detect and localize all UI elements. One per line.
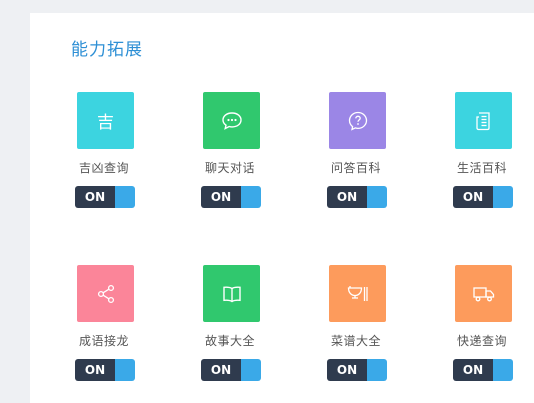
ability-toggle[interactable]: ON (453, 186, 513, 208)
ability-card-jixiong: 吉 吉凶查询 ON (59, 92, 149, 222)
toggle-knob (115, 359, 135, 381)
ability-card-recipe: 菜谱大全 ON (311, 265, 401, 395)
toggle-knob (367, 359, 387, 381)
toggle-on-text: ON (327, 359, 367, 381)
chat-bubble-icon (221, 111, 242, 130)
share-icon (97, 284, 114, 303)
toggle-knob (367, 186, 387, 208)
ability-tile[interactable] (77, 265, 134, 322)
ability-toggle[interactable]: ON (327, 359, 387, 381)
toggle-on-text: ON (75, 359, 115, 381)
ability-card-chat: 聊天对话 ON (185, 92, 275, 222)
ji-character-icon: 吉 (97, 113, 114, 133)
ability-label: 聊天对话 (204, 161, 255, 175)
ability-card-express: 快递查询 ON (437, 265, 527, 395)
ability-label: 故事大全 (204, 334, 255, 348)
toggle-on-text: ON (453, 186, 493, 208)
ability-label: 生活百科 (456, 161, 507, 175)
toggle-on-text: ON (327, 186, 367, 208)
section-title: 能力拓展 (71, 40, 143, 60)
ability-tile[interactable] (203, 265, 260, 322)
ability-label: 菜谱大全 (330, 334, 381, 348)
ability-card-story: 故事大全 ON (185, 265, 275, 395)
ability-toggle[interactable]: ON (327, 186, 387, 208)
ability-toggle[interactable]: ON (201, 359, 261, 381)
toggle-on-text: ON (201, 186, 241, 208)
ability-tile[interactable] (455, 92, 512, 149)
toggle-knob (493, 359, 513, 381)
ability-label: 吉凶查询 (78, 161, 129, 175)
ability-card-idiom: 成语接龙 ON (59, 265, 149, 395)
toggle-on-text: ON (75, 186, 115, 208)
toggle-on-text: ON (453, 359, 493, 381)
ability-tile[interactable] (203, 92, 260, 149)
document-icon (475, 111, 490, 130)
book-icon (222, 285, 241, 302)
ability-panel: 能力拓展 吉 吉凶查询 ON 聊天对话 ON 问答百科 ON 生活百科 ON 成… (30, 13, 534, 403)
toggle-knob (493, 186, 513, 208)
ability-toggle[interactable]: ON (75, 186, 135, 208)
ability-tile[interactable] (329, 92, 386, 149)
ability-tile[interactable]: 吉 (77, 92, 134, 149)
ability-card-life: 生活百科 ON (437, 92, 527, 222)
toggle-knob (115, 186, 135, 208)
ability-label: 成语接龙 (78, 334, 129, 348)
question-icon (348, 111, 367, 131)
cooking-icon (347, 285, 368, 301)
ability-card-qa: 问答百科 ON (311, 92, 401, 222)
ability-toggle[interactable]: ON (75, 359, 135, 381)
ability-tile[interactable] (455, 265, 512, 322)
ability-toggle[interactable]: ON (453, 359, 513, 381)
toggle-knob (241, 186, 261, 208)
ability-tile[interactable] (329, 265, 386, 322)
toggle-on-text: ON (201, 359, 241, 381)
truck-icon (472, 286, 494, 301)
ability-label: 问答百科 (330, 161, 381, 175)
ability-toggle[interactable]: ON (201, 186, 261, 208)
ability-label: 快递查询 (456, 334, 507, 348)
toggle-knob (241, 359, 261, 381)
